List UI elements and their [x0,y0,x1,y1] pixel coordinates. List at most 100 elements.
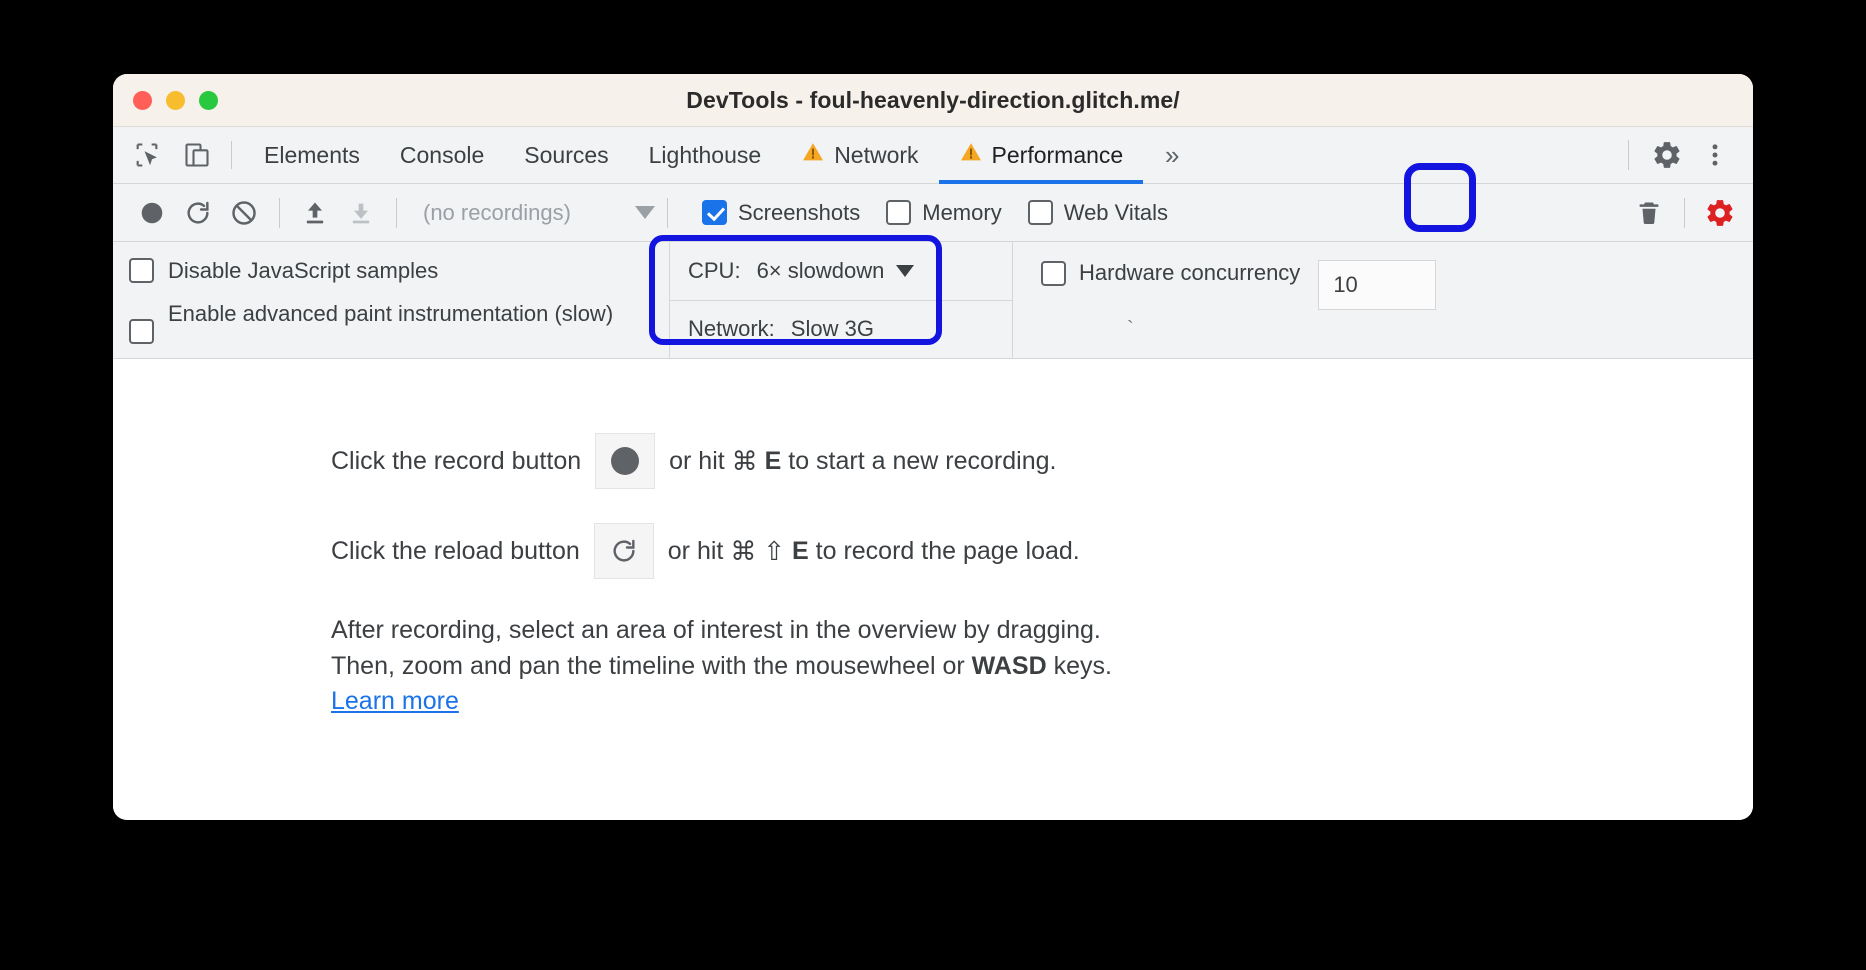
capture-settings-gear-icon[interactable] [1697,190,1743,236]
tab-sources[interactable]: Sources [504,127,628,183]
shift-key-glyph: ⇧ [763,535,786,566]
overview-hint-part2: keys. [1046,651,1112,680]
clear-button[interactable] [221,190,267,236]
device-toolbar-icon[interactable] [177,135,217,175]
tab-label: Sources [524,141,609,168]
tab-label: Console [399,141,485,168]
window-titlebar: DevTools - foul-heavenly-direction.glitc… [113,74,1753,127]
trash-icon[interactable] [1626,190,1672,236]
tabbar-right-controls [1614,127,1753,183]
checkbox-box[interactable] [1041,260,1066,286]
disable-js-samples-checkbox[interactable]: Disable JavaScript samples [129,256,669,285]
traffic-light-controls[interactable] [113,90,218,110]
hardware-concurrency-section: Hardware concurrency 10 [1013,242,1753,358]
more-options-icon[interactable] [1691,131,1739,179]
tab-lighthouse[interactable]: Lighthouse [629,127,782,183]
capture-settings-checkboxes: Disable JavaScript samples Enable advanc… [113,242,669,358]
toolbar-divider-2 [396,197,397,228]
record-hint-mid: or hit [669,446,725,475]
web-vitals-checkbox[interactable]: Web Vitals [1027,199,1169,226]
inspect-element-icon[interactable] [127,135,167,175]
memory-checkbox[interactable]: Memory [886,199,1002,226]
chevron-down-icon[interactable] [896,264,915,277]
tabbar-tool-icons [127,127,227,183]
network-throttling-value[interactable]: Slow 3G [791,316,874,342]
record-hint-prefix: Click the record button [331,446,582,475]
record-dot-shape [611,447,640,476]
checkbox-label: Hardware concurrency [1079,260,1301,285]
performance-toolbar: (no recordings) Screenshots Memory Web V… [113,184,1753,242]
checkbox-box[interactable] [129,319,154,345]
warning-triangle-icon [959,140,983,170]
command-key-glyph: ⌘ [731,445,758,476]
learn-more-link[interactable]: Learn more [331,687,459,715]
reload-hint-prefix: Click the reload button [331,536,580,565]
tab-network[interactable]: Network [781,127,938,183]
checkbox-label: Screenshots [737,199,861,225]
chevron-down-icon[interactable] [634,206,655,219]
capture-settings-pane: Disable JavaScript samples Enable advanc… [113,242,1753,360]
cpu-throttling-row[interactable]: CPU: 6× slowdown [670,242,1012,300]
tab-label: Lighthouse [648,141,762,168]
throttling-controls: CPU: 6× slowdown Network: Slow 3G [670,242,1012,358]
warning-triangle-icon [801,140,825,170]
checkbox-box[interactable] [129,258,154,283]
devtools-tabbar: Elements Console Sources Lighthouse Netw… [113,127,1753,184]
cpu-throttling-label: CPU: [688,257,741,283]
tab-console[interactable]: Console [380,127,504,183]
maximize-button-icon[interactable] [199,90,218,110]
tabbar-right-divider [1628,140,1629,170]
capture-checkbox-group: Screenshots Memory Web Vitals [701,199,1169,226]
toolbar-divider-3 [666,197,668,228]
record-button[interactable] [129,190,175,236]
network-throttling-row[interactable]: Network: Slow 3G [670,299,1012,359]
reload-hint-line: Click the reload button or hit ⌘ ⇧ E to … [113,523,1753,580]
checkbox-label: Web Vitals [1063,199,1169,225]
checkbox-label: Disable JavaScript samples [168,258,439,283]
checkbox-box[interactable] [701,200,727,225]
save-profile-icon[interactable] [338,190,384,236]
reload-icon[interactable] [593,523,654,580]
tab-list: Elements Console Sources Lighthouse Netw… [244,127,1144,184]
load-profile-icon[interactable] [292,190,338,236]
checkbox-box[interactable] [886,200,912,225]
command-key-glyph: ⌘ [730,535,757,566]
window-title: DevTools - foul-heavenly-direction.glitc… [686,86,1180,113]
close-button-icon[interactable] [133,90,152,110]
tab-label: Elements [264,141,360,168]
advanced-paint-instrumentation-checkbox[interactable]: Enable advanced paint instrumentation (s… [129,299,669,345]
tab-performance[interactable]: Performance [938,127,1144,184]
reload-shortcut-key: E [792,536,809,565]
network-throttling-label: Network: [688,316,775,342]
more-tabs-chevron-icon[interactable]: » [1143,127,1201,183]
record-hint-suffix: to start a new recording. [788,446,1057,475]
settings-gear-icon[interactable] [1643,131,1691,179]
record-shortcut-key: E [764,446,782,475]
cpu-throttling-value[interactable]: 6× slowdown [757,258,885,284]
recordings-dropdown-label[interactable]: (no recordings) [409,200,571,226]
checkbox-label: Memory [922,199,1002,225]
toolbar-divider [279,197,280,228]
screenshots-checkbox[interactable]: Screenshots [701,199,861,226]
performance-empty-state: Click the record button or hit ⌘ E to st… [113,359,1753,820]
hardware-concurrency-input[interactable]: 10 [1318,260,1437,310]
checkbox-box[interactable] [1027,200,1053,225]
stray-tick-mark: ` [1127,318,1134,340]
record-dot-icon[interactable] [595,433,656,490]
reload-and-record-button[interactable] [175,190,221,236]
hardware-concurrency-checkbox[interactable]: Hardware concurrency [1041,260,1300,286]
checkbox-label: Enable advanced paint instrumentation (s… [168,301,614,327]
record-hint-line: Click the record button or hit ⌘ E to st… [113,433,1753,490]
wasd-keys-label: WASD [971,651,1047,680]
tab-elements[interactable]: Elements [244,127,380,183]
tab-label: Network [834,141,919,168]
screenshot-root: DevTools - foul-heavenly-direction.glitc… [0,0,1866,970]
overview-hint-paragraph: After recording, select an area of inter… [113,613,1123,720]
devtools-window: DevTools - foul-heavenly-direction.glitc… [113,74,1753,820]
toolbar-divider-4 [1684,197,1685,228]
minimize-button-icon[interactable] [166,90,185,110]
perfbar-right-controls [1626,190,1743,236]
tabbar-divider [231,141,232,169]
reload-hint-suffix: to record the page load. [815,536,1080,565]
tab-label: Performance [991,141,1124,168]
